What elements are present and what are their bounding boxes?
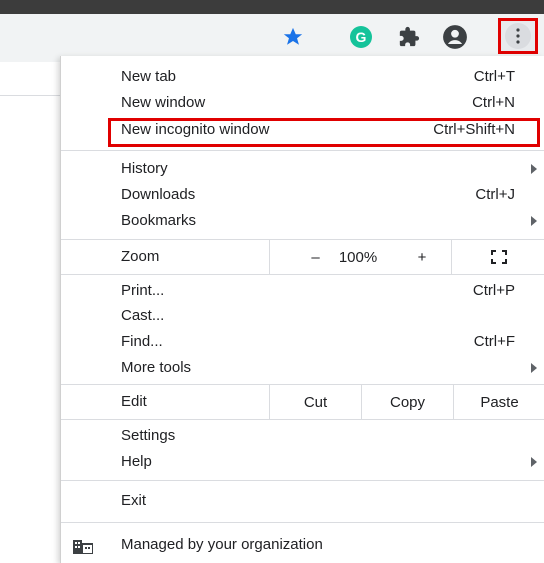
chrome-menu: New tab Ctrl+T New window Ctrl+N New inc… (60, 56, 544, 563)
plus-icon: + (417, 248, 427, 266)
cut-button[interactable]: Cut (269, 385, 361, 419)
menu-item-label: More tools (121, 359, 192, 376)
menu-separator (61, 522, 544, 523)
submenu-arrow-icon (531, 363, 537, 373)
menu-item-history[interactable]: History (61, 156, 544, 182)
menu-item-shortcut: Ctrl+F (473, 333, 515, 350)
menu-item-new-window[interactable]: New window Ctrl+N (61, 90, 544, 116)
menu-item-label: Exit (121, 492, 147, 509)
menu-item-shortcut: Ctrl+T (473, 68, 515, 85)
zoom-level: 100% (338, 248, 378, 266)
puzzle-icon[interactable] (394, 22, 424, 52)
fullscreen-button[interactable] (451, 240, 544, 274)
building-icon (73, 540, 93, 554)
menu-item-managed[interactable]: Managed by your organization (61, 528, 544, 562)
menu-separator (61, 480, 544, 481)
menu-item-label: History (121, 160, 168, 177)
zoom-label: Zoom (121, 248, 160, 265)
zoom-in-button[interactable]: + (387, 240, 457, 274)
paste-button[interactable]: Paste (453, 385, 544, 419)
submenu-arrow-icon (531, 164, 537, 174)
menu-item-downloads[interactable]: Downloads Ctrl+J (61, 182, 544, 208)
submenu-arrow-icon (531, 457, 537, 467)
menu-separator (61, 274, 544, 275)
fullscreen-icon (490, 250, 507, 264)
copy-button[interactable]: Copy (361, 385, 453, 419)
page-divider (0, 95, 60, 96)
menu-item-label: Print... (121, 282, 165, 299)
highlight-box (108, 118, 540, 147)
menu-item-shortcut: Ctrl+P (472, 282, 515, 299)
managed-label: Managed by your organization (121, 536, 323, 553)
grammarly-icon[interactable]: G (346, 22, 376, 52)
grammarly-letter: G (350, 26, 372, 48)
edit-label: Edit (121, 393, 147, 410)
menu-zoom-row: Zoom – 100% + (61, 240, 544, 274)
kebab-icon (505, 23, 531, 49)
menu-item-help[interactable]: Help (61, 449, 544, 475)
minus-icon: – (311, 248, 320, 266)
menu-item-label: New tab (121, 68, 177, 85)
window-title-bar (0, 0, 544, 14)
star-icon[interactable] (278, 22, 308, 52)
menu-item-cast[interactable]: Cast... (61, 303, 544, 329)
menu-item-bookmarks[interactable]: Bookmarks (61, 208, 544, 234)
menu-item-label: Help (121, 453, 152, 470)
menu-item-exit[interactable]: Exit (61, 488, 544, 514)
menu-item-label: Bookmarks (121, 212, 197, 229)
menu-item-label: Find... (121, 333, 163, 350)
menu-item-shortcut: Ctrl+N (472, 94, 515, 111)
menu-button[interactable] (498, 18, 538, 54)
menu-item-settings[interactable]: Settings (61, 423, 544, 449)
menu-item-label: Downloads (121, 186, 196, 203)
menu-item-more-tools[interactable]: More tools (61, 355, 544, 381)
menu-item-find[interactable]: Find... Ctrl+F (61, 329, 544, 355)
submenu-arrow-icon (531, 216, 537, 226)
menu-item-label: Cast... (121, 307, 165, 324)
menu-item-print[interactable]: Print... Ctrl+P (61, 278, 544, 304)
menu-item-shortcut: Ctrl+J (475, 186, 515, 203)
menu-edit-row: Edit Cut Copy Paste (61, 385, 544, 419)
menu-separator (61, 419, 544, 420)
menu-item-new-tab[interactable]: New tab Ctrl+T (61, 64, 544, 90)
menu-item-label: Settings (121, 427, 176, 444)
account-icon[interactable] (440, 22, 470, 52)
menu-item-label: New window (121, 94, 206, 111)
menu-separator (61, 150, 544, 151)
